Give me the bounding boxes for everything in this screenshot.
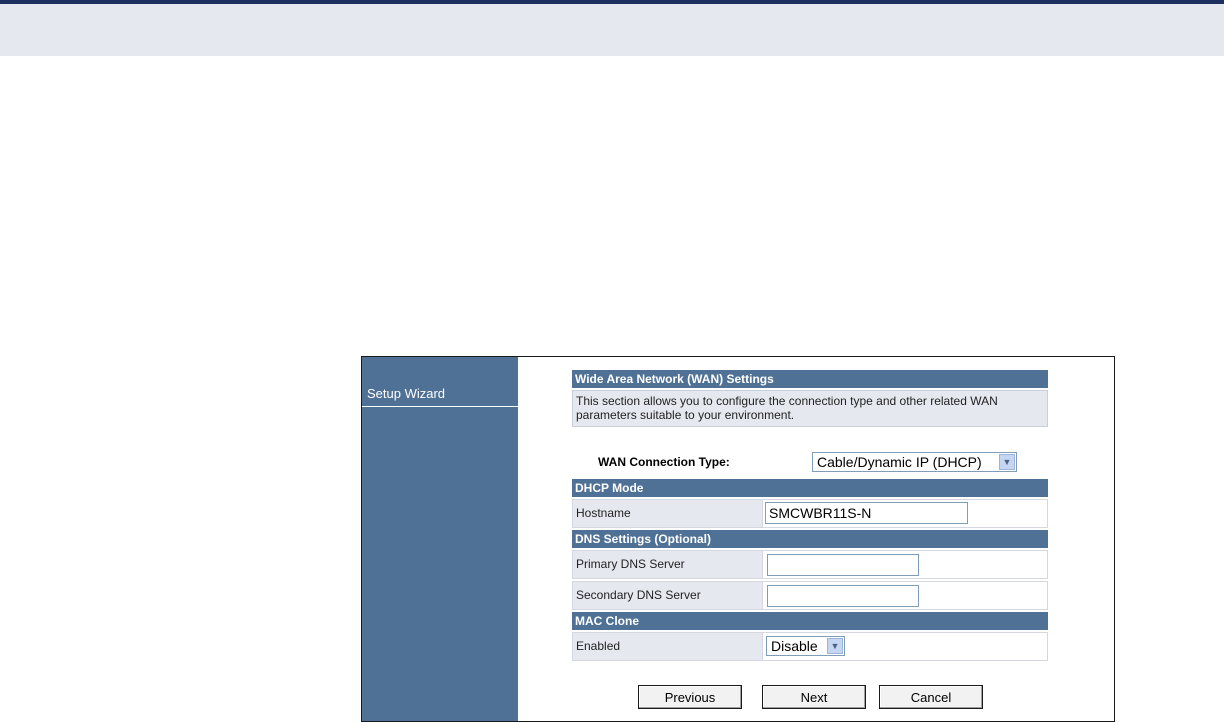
chevron-down-icon[interactable]: ▼ (999, 454, 1015, 470)
secondary-dns-input[interactable] (767, 585, 919, 607)
sidebar: Setup Wizard (362, 357, 518, 721)
mac-clone-select[interactable]: Disable ▼ (766, 636, 845, 656)
secondary-dns-row: Secondary DNS Server (572, 581, 1048, 610)
wan-connection-type-label: WAN Connection Type: (598, 455, 730, 469)
wan-description-line2: parameters suitable to your environment. (576, 408, 795, 422)
hostname-label: Hostname (573, 500, 763, 527)
mac-clone-enabled-label: Enabled (573, 633, 763, 660)
primary-dns-input[interactable] (767, 554, 919, 576)
mac-clone-value: Disable (771, 638, 818, 654)
sidebar-item-setup-wizard[interactable]: Setup Wizard (362, 381, 518, 407)
wan-description: This section allows you to configure the… (572, 390, 1048, 427)
router-screenshot-frame: Setup Wizard Wide Area Network (WAN) Set… (361, 356, 1115, 722)
dhcp-section-header: DHCP Mode (572, 479, 1048, 497)
dns-section-header: DNS Settings (Optional) (572, 530, 1048, 548)
cancel-button[interactable]: Cancel (879, 685, 983, 709)
primary-dns-label: Primary DNS Server (573, 551, 763, 578)
wan-section-header: Wide Area Network (WAN) Settings (572, 370, 1048, 388)
next-button[interactable]: Next (762, 685, 866, 709)
wan-connection-type-value: Cable/Dynamic IP (DHCP) (817, 454, 982, 470)
mac-clone-enabled-row: Enabled Disable ▼ (572, 632, 1048, 661)
primary-dns-row: Primary DNS Server (572, 550, 1048, 579)
mac-clone-section-header: MAC Clone (572, 612, 1048, 630)
chevron-down-icon[interactable]: ▼ (827, 638, 843, 654)
previous-button[interactable]: Previous (638, 685, 742, 709)
wan-connection-type-select[interactable]: Cable/Dynamic IP (DHCP) ▼ (812, 452, 1017, 472)
wan-description-line1: This section allows you to configure the… (576, 394, 998, 408)
top-band (0, 4, 1224, 56)
hostname-input[interactable] (765, 502, 968, 524)
secondary-dns-label: Secondary DNS Server (573, 582, 763, 609)
hostname-row: Hostname (572, 499, 1048, 528)
